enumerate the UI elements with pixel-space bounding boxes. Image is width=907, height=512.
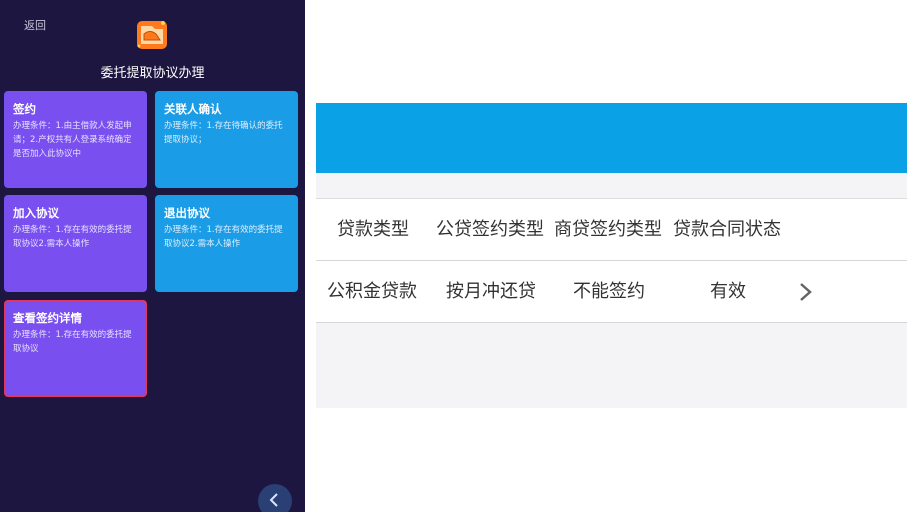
card-join-agreement[interactable]: 加入协议 办理条件：1.存在有效的委托提 取协议2.需本人操作 <box>4 195 147 292</box>
card-title: 签约 <box>13 102 36 116</box>
card-title: 加入协议 <box>13 206 59 220</box>
card-title: 关联人确认 <box>164 102 222 116</box>
card-description: 办理条件：1.存在待确认的委托 提取协议； <box>164 121 283 145</box>
folder-hand-icon <box>134 16 170 52</box>
cell-commercial-sign-type: 不能签约 <box>573 281 645 302</box>
cell-contract-status: 有效 <box>710 281 746 302</box>
card-view-sign-details[interactable]: 查看签约详情 办理条件：1.存在有效的委托提 取协议 <box>4 300 147 397</box>
mobile-screen: 返回 委托提取协议办理 签约 办理条件：1.由主借款人发起申 请；2.产权共有人… <box>0 0 305 512</box>
card-description: 办理条件：1.由主借款人发起申 请；2.产权共有人登录系统确定 是否加入此协议中 <box>13 121 132 159</box>
page-title: 委托提取协议办理 <box>100 66 205 81</box>
cell-loan-type: 公积金贷款 <box>327 281 417 302</box>
header-contract-status: 贷款合同状态 <box>673 219 781 240</box>
card-title: 退出协议 <box>164 206 210 220</box>
card-exit-agreement[interactable]: 退出协议 办理条件：1.存在有效的委托提 取协议2.需本人操作 <box>155 195 298 292</box>
header-commercial-sign-type: 商贷签约类型 <box>554 219 662 240</box>
card-sign[interactable]: 签约 办理条件：1.由主借款人发起申 请；2.产权共有人登录系统确定 是否加入此… <box>4 91 147 188</box>
header-loan-type: 贷款类型 <box>337 219 409 240</box>
back-button[interactable]: 返回 <box>24 17 46 33</box>
chevron-right-icon[interactable] <box>796 281 816 303</box>
contract-panel: 贷款类型 公贷签约类型 商贷签约类型 贷款合同状态 公积金贷款 按月冲还贷 不能… <box>316 0 907 512</box>
empty-area <box>316 323 907 408</box>
card-description: 办理条件：1.存在有效的委托提 取协议2.需本人操作 <box>164 225 283 249</box>
chevron-left-icon <box>269 493 278 507</box>
table-header-row: 贷款类型 公贷签约类型 商贷签约类型 贷款合同状态 <box>316 199 907 261</box>
card-related-confirm[interactable]: 关联人确认 办理条件：1.存在待确认的委托 提取协议； <box>155 91 298 188</box>
divider-strip <box>316 173 907 199</box>
card-description: 办理条件：1.存在有效的委托提 取协议2.需本人操作 <box>13 225 132 249</box>
back-fab[interactable] <box>258 484 292 512</box>
card-description: 办理条件：1.存在有效的委托提 取协议 <box>13 330 132 354</box>
table-row[interactable]: 公积金贷款 按月冲还贷 不能签约 有效 <box>316 261 907 323</box>
header-bar <box>316 103 907 173</box>
card-title: 查看签约详情 <box>13 311 82 325</box>
header-public-sign-type: 公贷签约类型 <box>436 219 544 240</box>
cell-public-sign-type: 按月冲还贷 <box>446 281 536 302</box>
